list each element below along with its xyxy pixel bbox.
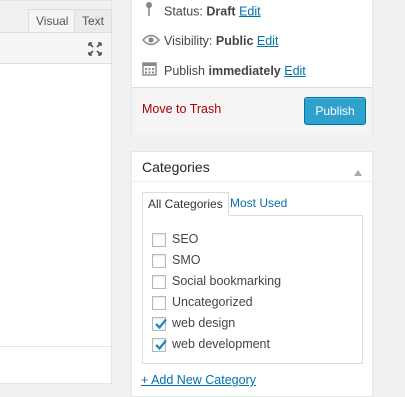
editor-content-area[interactable] <box>0 64 111 346</box>
visibility-label: Visibility: <box>164 34 213 48</box>
category-label: SEO <box>172 232 199 246</box>
categories-box: Categories All Categories Most Used SEO … <box>131 151 373 397</box>
calendar-icon <box>142 61 160 82</box>
visibility-edit-link[interactable]: Edit <box>257 34 279 48</box>
category-item-uncategorized[interactable]: Uncategorized <box>152 293 253 311</box>
tab-most-used[interactable]: Most Used <box>225 192 292 216</box>
checkbox[interactable] <box>152 274 166 289</box>
publish-button[interactable]: Publish <box>304 97 366 125</box>
category-item-smo[interactable]: SMO <box>152 251 200 269</box>
add-new-category-link[interactable]: + Add New Category <box>141 373 256 387</box>
status-value: Draft <box>206 4 236 19</box>
editor-toolbar <box>0 32 111 64</box>
checkbox-checked[interactable] <box>152 337 167 352</box>
publish-actions: Move to Trash Publish <box>132 87 372 134</box>
editor-status-bar <box>0 346 111 368</box>
visibility-row: Visibility: Public Edit <box>141 31 279 52</box>
category-item-social-bookmarking[interactable]: Social bookmarking <box>152 272 281 290</box>
checkbox-checked[interactable] <box>152 316 167 331</box>
move-to-trash-link[interactable]: Move to Trash <box>142 102 221 116</box>
fullscreen-icon[interactable] <box>87 41 103 57</box>
category-item-web-development[interactable]: web development <box>152 335 270 353</box>
collapse-arrow-icon[interactable] <box>354 164 362 176</box>
category-label: web development <box>172 337 270 351</box>
category-label: Social bookmarking <box>172 274 282 288</box>
status-label: Status: <box>164 4 203 19</box>
visibility-value: Public <box>215 34 254 48</box>
publish-box: Status: Draft Edit Visibility: Public Ed… <box>131 0 373 134</box>
checkmark-icon <box>155 318 167 329</box>
editor-tabs: Visual Text <box>0 1 113 33</box>
publish-date-edit-link[interactable]: Edit <box>284 64 306 78</box>
pin-icon <box>142 1 160 23</box>
category-checklist: SEO SMO Social bookmarking Uncategorized… <box>142 215 363 364</box>
category-label: SMO <box>172 253 201 267</box>
publish-date-row: Publish immediately Edit <box>142 61 306 81</box>
post-editor: Visual Text <box>0 0 113 384</box>
checkmark-icon <box>155 339 167 350</box>
category-item-web-design[interactable]: web design <box>152 314 235 332</box>
category-label: web design <box>172 316 236 330</box>
tab-text[interactable]: Text <box>74 9 113 33</box>
status-edit-link[interactable]: Edit <box>239 4 261 18</box>
checkbox[interactable] <box>152 295 166 310</box>
category-item-seo[interactable]: SEO <box>152 230 198 248</box>
checkbox[interactable] <box>152 253 166 268</box>
eye-icon <box>141 32 161 52</box>
post-status-row: Status: Draft Edit <box>142 1 261 21</box>
tab-visual[interactable]: Visual <box>28 9 77 33</box>
publish-date-label: Publish <box>164 64 205 78</box>
tab-all-categories[interactable]: All Categories <box>142 192 229 216</box>
categories-header[interactable]: Categories <box>132 152 372 182</box>
category-label: Uncategorized <box>172 295 253 309</box>
checkbox[interactable] <box>152 232 166 247</box>
categories-title: Categories <box>142 159 210 175</box>
publish-date-value: immediately <box>208 64 281 78</box>
